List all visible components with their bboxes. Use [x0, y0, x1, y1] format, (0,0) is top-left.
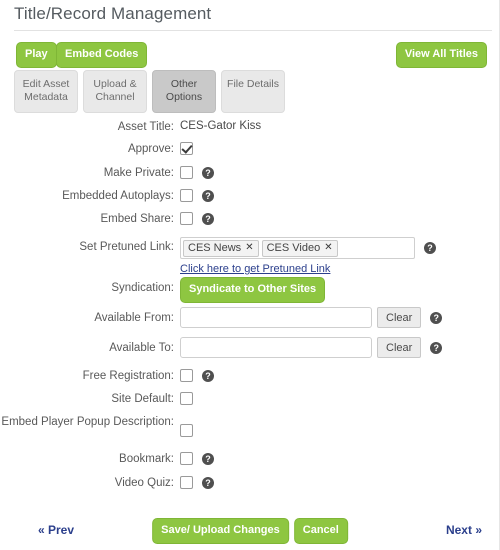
- syndicate-to-other-sites-button[interactable]: Syndicate to Other Sites: [180, 277, 326, 303]
- row-set-pretuned-link: Set Pretuned Link: CES News ✕ CES Video …: [0, 237, 500, 277]
- get-pretuned-link-link[interactable]: Click here to get Pretuned Link: [180, 263, 330, 275]
- make-private-label: Make Private:: [103, 167, 174, 179]
- available-to-clear-button[interactable]: Clear: [377, 337, 422, 358]
- view-all-titles-button[interactable]: View All Titles: [395, 42, 487, 68]
- approve-label: Approve:: [127, 143, 174, 155]
- tab-edit-asset-metadata[interactable]: Edit Asset Metadata: [14, 70, 78, 113]
- pretuned-link-tag-input[interactable]: CES News ✕ CES Video ✕: [180, 237, 415, 259]
- tab-file-details[interactable]: File Details: [221, 70, 285, 113]
- embed-codes-button[interactable]: Embed Codes: [56, 42, 148, 68]
- available-from-input[interactable]: [180, 307, 372, 328]
- help-icon[interactable]: ?: [202, 166, 214, 179]
- available-from-label: Available From:: [94, 312, 174, 324]
- next-link[interactable]: Next »: [446, 523, 482, 537]
- help-icon[interactable]: ?: [430, 341, 443, 354]
- row-video-quiz: Video Quiz: ?: [0, 476, 500, 498]
- row-approve: Approve:: [0, 142, 500, 166]
- embed-share-checkbox[interactable]: [180, 212, 193, 225]
- tab-upload-and-channel[interactable]: Upload & Channel: [83, 70, 147, 113]
- tag-label: CES Video: [266, 241, 321, 254]
- embedded-autoplays-checkbox[interactable]: [180, 189, 193, 202]
- asset-title-label: Asset Title:: [117, 121, 174, 133]
- title-divider: [14, 30, 492, 31]
- row-free-registration: Free Registration: ?: [0, 369, 500, 392]
- save-upload-changes-button[interactable]: Save/ Upload Changes: [152, 518, 289, 544]
- footer-button-group: Save/ Upload Changes Cancel: [152, 518, 348, 544]
- row-site-default: Site Default:: [0, 392, 500, 416]
- embed-share-label: Embed Share:: [100, 213, 174, 225]
- tab-bar: Edit Asset Metadata Upload & Channel Oth…: [14, 70, 285, 113]
- page-title: Title/Record Management: [14, 4, 212, 23]
- row-syndication: Syndication: Syndicate to Other Sites: [0, 277, 500, 307]
- available-to-input[interactable]: [180, 337, 372, 358]
- row-available-to: Available To: Clear ?: [0, 337, 500, 369]
- cancel-button[interactable]: Cancel: [293, 518, 348, 544]
- free-registration-checkbox[interactable]: [180, 369, 193, 382]
- tag-ces-video[interactable]: CES Video ✕: [261, 239, 338, 257]
- other-options-form: Asset Title: CES-Gator Kiss Approve: Mak…: [0, 120, 500, 498]
- help-icon[interactable]: ?: [202, 369, 214, 382]
- embed-player-popup-description-label: Embed Player Popup Description:: [1, 416, 174, 428]
- tag-remove-icon[interactable]: ✕: [245, 242, 253, 253]
- help-icon[interactable]: ?: [202, 189, 214, 202]
- row-make-private: Make Private: ?: [0, 166, 500, 189]
- help-icon[interactable]: ?: [430, 311, 443, 324]
- prev-link[interactable]: « Prev: [38, 523, 74, 537]
- help-icon[interactable]: ?: [424, 242, 436, 254]
- row-embed-share: Embed Share: ?: [0, 212, 500, 237]
- bookmark-label: Bookmark:: [119, 453, 174, 465]
- help-icon[interactable]: ?: [202, 476, 214, 489]
- help-icon[interactable]: ?: [202, 452, 214, 465]
- syndication-label: Syndication:: [111, 282, 174, 294]
- help-icon[interactable]: ?: [202, 212, 214, 225]
- form-footer: « Prev Save/ Upload Changes Cancel Next …: [0, 518, 500, 548]
- approve-checkbox[interactable]: [180, 142, 193, 155]
- tag-ces-news[interactable]: CES News ✕: [183, 239, 259, 257]
- site-default-checkbox[interactable]: [180, 392, 193, 405]
- available-from-clear-button[interactable]: Clear: [377, 307, 422, 328]
- video-quiz-label: Video Quiz:: [114, 477, 174, 489]
- embedded-autoplays-label: Embedded Autoplays:: [62, 190, 174, 202]
- bookmark-checkbox[interactable]: [180, 452, 193, 465]
- page-root: Title/Record Management Play Embed Codes…: [0, 0, 500, 550]
- row-bookmark: Bookmark: ?: [0, 452, 500, 476]
- tag-remove-icon[interactable]: ✕: [324, 242, 332, 253]
- available-to-label: Available To:: [109, 342, 174, 354]
- site-default-label: Site Default:: [111, 393, 174, 405]
- row-embedded-autoplays: Embedded Autoplays: ?: [0, 189, 500, 212]
- asset-title-value: CES-Gator Kiss: [180, 120, 262, 132]
- set-pretuned-link-label: Set Pretuned Link:: [79, 241, 174, 253]
- row-embed-player-popup-description: Embed Player Popup Description:: [0, 416, 500, 452]
- video-quiz-checkbox[interactable]: [180, 476, 193, 489]
- tag-label: CES News: [188, 241, 242, 254]
- free-registration-label: Free Registration:: [82, 370, 174, 382]
- row-asset-title: Asset Title: CES-Gator Kiss: [0, 120, 500, 142]
- play-button[interactable]: Play: [16, 42, 57, 68]
- tab-other-options[interactable]: Other Options: [152, 70, 216, 113]
- make-private-checkbox[interactable]: [180, 166, 193, 179]
- embed-player-popup-description-checkbox[interactable]: [180, 424, 193, 437]
- row-available-from: Available From: Clear ?: [0, 307, 500, 337]
